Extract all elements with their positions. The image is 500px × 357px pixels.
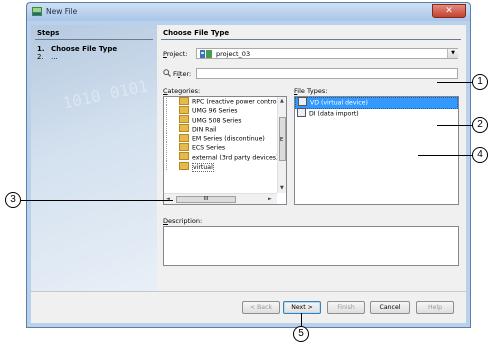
tree-connector [166, 97, 179, 105]
data-import-icon [297, 108, 306, 117]
filter-input[interactable] [196, 68, 458, 79]
description-label: Description: [163, 217, 202, 225]
file-type-item[interactable]: DI (data import) [295, 108, 458, 119]
category-label: external (3rd party devices) [192, 154, 279, 162]
folder-icon [179, 115, 189, 124]
project-icon [200, 50, 212, 58]
folder-icon [179, 97, 189, 105]
category-label: UMG 508 Series [192, 117, 242, 125]
step-label: ... [51, 53, 58, 61]
magnifier-icon [163, 69, 171, 77]
tree-connector [166, 114, 179, 124]
category-label: RPC (reactive power controll [192, 98, 280, 106]
title-bar[interactable]: New File ✕ [27, 3, 470, 21]
close-button[interactable]: ✕ [432, 4, 466, 18]
steps-divider [35, 39, 153, 40]
file-type-label: DI (data import) [309, 110, 359, 118]
categories-items: RPC (reactive power controll UMG 96 Seri… [166, 97, 280, 172]
folder-icon [179, 133, 189, 142]
label-text: ile Types: [297, 87, 328, 95]
help-button[interactable]: Help [416, 301, 454, 314]
project-value: project_03 [216, 50, 251, 58]
virtual-device-icon [298, 97, 307, 106]
callout-line-3 [21, 200, 173, 202]
step-item-1: 1. Choose File Type [37, 45, 117, 53]
horizontal-scroll-thumb[interactable]: III [176, 196, 236, 203]
window-title: New File [46, 7, 78, 16]
callout-line-2 [437, 125, 472, 127]
category-label: UMG 96 Series [192, 107, 238, 115]
callout-line-5 [301, 313, 303, 326]
finish-button[interactable]: Finish [327, 301, 365, 314]
scroll-down-arrow[interactable]: ▼ [280, 185, 284, 191]
tree-connector [166, 151, 179, 161]
category-label: DIN Rail [192, 126, 217, 134]
button-bar-divider [31, 291, 466, 292]
label-text: escription: [168, 217, 203, 225]
file-type-label: VD (virtual device) [310, 99, 368, 107]
scroll-right-arrow[interactable]: ► [268, 196, 272, 202]
steps-heading: Steps [37, 29, 60, 37]
folder-icon [179, 105, 189, 114]
steps-panel: 1010 0101 1001 0110 Steps 1. Choose File … [31, 25, 157, 291]
step-item-2: 2.... [37, 53, 58, 61]
filter-label: Filter: [173, 70, 191, 78]
callout-line-4 [418, 155, 472, 157]
cancel-button[interactable]: Cancel [370, 301, 410, 314]
dialog-client-area: 1010 0101 1001 0110 Steps 1. Choose File … [31, 25, 466, 323]
category-label: virtual [192, 162, 214, 172]
label-text: roject: [166, 50, 188, 58]
project-combobox[interactable]: project_03 ▼ [196, 48, 458, 59]
callout-2: 2 [472, 117, 488, 133]
categories-tree[interactable]: RPC (reactive power controll UMG 96 Seri… [163, 96, 287, 205]
folder-icon [179, 161, 189, 170]
callout-5: 5 [293, 326, 309, 342]
chevron-down-icon[interactable]: ▼ [447, 49, 458, 58]
category-item-virtual[interactable]: virtual [166, 161, 277, 172]
tree-connector [166, 123, 179, 133]
tree-connector [166, 161, 179, 171]
categories-vertical-scrollbar[interactable]: ▲ E ▼ [277, 97, 286, 193]
folder-icon [179, 124, 189, 133]
file-types-label: File Types: [294, 87, 327, 95]
step-number: 2. [37, 53, 44, 61]
folder-icon [179, 152, 189, 161]
scroll-up-arrow[interactable]: ▲ [280, 98, 284, 104]
file-types-list[interactable]: VD (virtual device) DI (data import) [294, 96, 459, 205]
scroll-side-marker: E [280, 137, 284, 143]
binary-watermark: 1010 0101 1001 0110 [60, 56, 157, 113]
panel-heading: Choose File Type [163, 29, 230, 37]
panel-divider [161, 39, 461, 40]
file-type-item-selected[interactable]: VD (virtual device) [295, 97, 458, 109]
choose-file-type-panel: Choose File Type Project: project_03 ▼ F… [157, 25, 466, 291]
project-label: Project: [163, 50, 187, 58]
callout-1: 1 [472, 74, 488, 90]
new-file-dialog: New File ✕ 1010 0101 1001 0110 Steps 1. C… [26, 2, 471, 328]
category-label: EM Series (discontinue) [192, 135, 265, 143]
tree-connector [166, 133, 179, 143]
categories-horizontal-scrollbar[interactable]: ◄ III ► [164, 193, 277, 204]
folder-icon [179, 142, 189, 151]
back-button[interactable]: < Back [242, 301, 280, 314]
categories-label: Categories: [163, 87, 200, 95]
new-file-icon [32, 7, 42, 16]
label-text: ategories: [167, 87, 201, 95]
description-box [163, 226, 459, 266]
tree-connector [166, 105, 179, 115]
tree-connector [166, 142, 179, 152]
callout-4: 4 [472, 147, 488, 163]
step-label: Choose File Type [51, 45, 118, 53]
label-text: ter: [179, 70, 192, 78]
callout-3: 3 [5, 192, 21, 208]
callout-line-1 [437, 82, 472, 84]
category-label: ECS Series [192, 144, 226, 152]
step-number: 1. [37, 45, 45, 53]
